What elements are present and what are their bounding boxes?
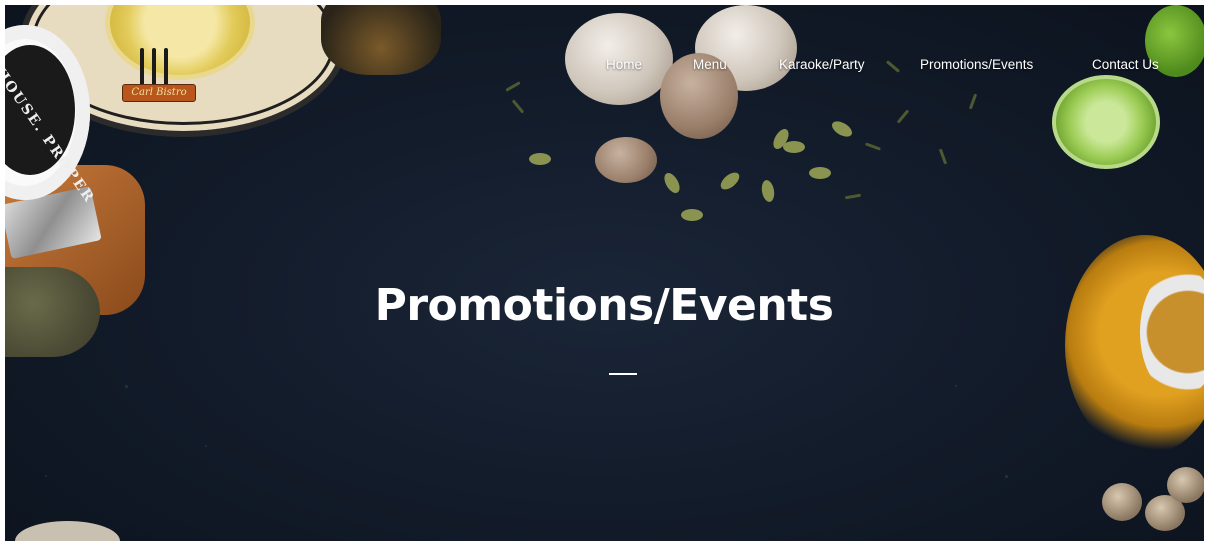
decor-cardamom (783, 141, 805, 153)
decor-cardamom (809, 167, 831, 179)
nav-item-karaoke-party[interactable]: Karaoke/Party (779, 57, 865, 72)
nav-item-home[interactable]: Home (606, 57, 642, 72)
decor-cardamom (829, 118, 855, 140)
decor-nut (1102, 483, 1142, 521)
page-title: Promotions/Events (374, 280, 834, 331)
decor-lime-slice (1052, 75, 1160, 169)
logo-text: Carl Bistro (122, 84, 196, 102)
nav-item-contact-us[interactable]: Contact Us (1092, 57, 1159, 72)
decor-cardamom (760, 179, 776, 203)
decor-cardamom (661, 170, 683, 196)
nav-item-promotions-events[interactable]: Promotions/Events (920, 57, 1033, 72)
decor-herb (844, 193, 862, 200)
main-nav: Home Menu Karaoke/Party Promotions/Event… (0, 57, 1208, 77)
speck (125, 385, 128, 388)
decor-herb (511, 99, 525, 114)
nav-item-menu[interactable]: Menu (693, 57, 727, 72)
decor-cardamom (717, 169, 743, 193)
decor-stone (15, 521, 120, 541)
decor-cardamom (681, 209, 703, 221)
decor-herb (505, 81, 521, 92)
decor-herb (938, 148, 948, 165)
decor-herb (864, 142, 882, 151)
decor-nut (1167, 467, 1204, 503)
decor-herb (968, 93, 978, 110)
speck (955, 385, 957, 387)
speck (1005, 475, 1008, 478)
title-divider (609, 373, 637, 375)
decor-cardamom (529, 153, 551, 165)
decor-herb (896, 109, 910, 124)
speck (205, 445, 207, 447)
decor-cookie (595, 137, 657, 183)
speck (45, 475, 47, 477)
